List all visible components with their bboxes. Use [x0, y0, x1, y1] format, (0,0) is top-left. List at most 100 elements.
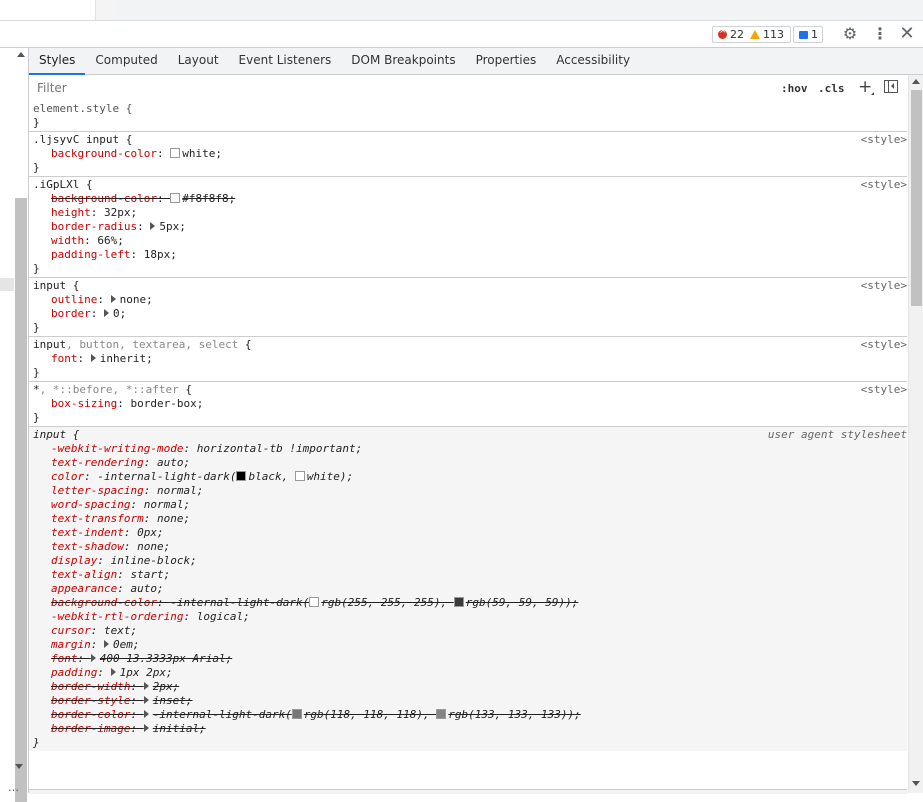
declaration: text-indent: 0px; — [51, 526, 164, 539]
expand-triangle-icon[interactable] — [90, 654, 96, 662]
color-swatch[interactable] — [236, 471, 247, 481]
expand-triangle-icon[interactable] — [110, 668, 116, 676]
scroll-up-icon[interactable] — [17, 52, 25, 57]
messages-counter[interactable]: 1 — [793, 26, 823, 43]
expand-triangle-icon[interactable] — [90, 354, 96, 362]
declaration-overridden[interactable]: background-color: #f8f8f8; — [29, 192, 907, 206]
color-swatch[interactable] — [436, 709, 447, 719]
rule-selector[interactable]: .ljsyvC input — [33, 133, 119, 146]
rule-input: input { <style> outline: none; border: 0… — [29, 278, 907, 337]
declaration[interactable]: width: 66%; — [29, 234, 907, 248]
rule-selector-rest[interactable]: , button, textarea, select — [66, 338, 238, 351]
expand-triangle-icon[interactable] — [104, 309, 109, 317]
declaration-overridden: border-style: inset; — [51, 694, 193, 707]
color-swatch[interactable] — [309, 597, 320, 607]
error-count: 22 — [730, 28, 744, 41]
color-swatch[interactable] — [170, 193, 181, 203]
expand-triangle-icon[interactable] — [143, 724, 149, 732]
tab-styles[interactable]: Styles — [29, 48, 86, 75]
breadcrumb-ellipsis-icon[interactable]: … — [8, 781, 19, 794]
declaration[interactable]: border: 0; — [29, 307, 907, 321]
top-pad — [114, 0, 923, 20]
rule-origin-link[interactable]: <style> — [861, 338, 907, 352]
hov-toggle[interactable]: :hov — [781, 82, 808, 95]
selected-node-marker — [0, 278, 14, 291]
close-icon[interactable]: ✕ — [899, 25, 915, 43]
sidebar-toggle-icon[interactable] — [884, 80, 898, 93]
rule-selector: input — [33, 428, 67, 441]
tab-dom-breakpoints[interactable]: DOM Breakpoints — [341, 48, 465, 74]
rule-open: { — [66, 428, 80, 441]
expand-triangle-icon[interactable] — [104, 640, 109, 648]
styles-scrollbar[interactable] — [908, 75, 923, 793]
color-swatch[interactable] — [291, 709, 302, 719]
color-swatch[interactable] — [170, 148, 181, 158]
rule-igplxl: .iGpLXl { <style> background-color: #f8f… — [29, 177, 907, 278]
top-strip — [0, 0, 923, 21]
declaration: -webkit-rtl-ordering: logical; — [51, 610, 250, 623]
expand-triangle-icon[interactable] — [143, 696, 149, 704]
declaration: display: inline-block; — [51, 554, 197, 567]
color-swatch[interactable] — [294, 471, 305, 481]
expand-triangle-icon[interactable] — [150, 222, 156, 230]
declaration-overridden: border-color: -internal-light-dark(rgb(1… — [51, 708, 581, 721]
error-icon — [718, 26, 727, 39]
rule-selector[interactable]: input — [33, 279, 66, 292]
declaration: padding: 1px 2px; — [51, 666, 173, 679]
filter-input[interactable] — [34, 78, 775, 98]
sidebar-tabs: Styles Computed Layout Event Listeners D… — [29, 48, 923, 75]
declaration[interactable]: background-color: white; — [29, 147, 907, 161]
message-icon — [799, 30, 808, 39]
expand-triangle-icon[interactable] — [110, 295, 116, 303]
gear-icon[interactable]: ⚙ — [842, 26, 858, 42]
window-notch — [95, 0, 115, 20]
rule-selector[interactable]: element.style { — [29, 102, 907, 116]
tab-properties[interactable]: Properties — [466, 48, 547, 74]
tab-event-listeners[interactable]: Event Listeners — [229, 48, 342, 74]
rule-origin-link[interactable]: <style> — [861, 383, 907, 397]
rule-origin-link[interactable]: <style> — [861, 133, 907, 147]
declaration[interactable]: border-radius: 5px; — [29, 220, 907, 234]
issues-counter[interactable]: 22 113 — [712, 26, 791, 43]
elements-scrollbar-thumb[interactable] — [15, 198, 27, 802]
declaration-overridden: background-color: -internal-light-dark(r… — [51, 596, 579, 609]
tab-computed[interactable]: Computed — [85, 48, 167, 74]
rule-origin-link[interactable]: <style> — [861, 279, 907, 293]
scroll-up-icon[interactable] — [912, 79, 920, 84]
rule-selector[interactable]: .iGpLXl — [33, 178, 79, 191]
tab-accessibility[interactable]: Accessibility — [546, 48, 640, 74]
declaration[interactable]: padding-left: 18px; — [29, 248, 907, 262]
plus-menu-corner-icon — [871, 92, 874, 95]
rule-element-style: element.style { } — [29, 101, 907, 132]
styles-scrollbar-thumb[interactable] — [911, 90, 922, 306]
declaration[interactable]: font: inherit; — [29, 352, 907, 366]
rule-open: { — [119, 133, 133, 146]
declaration: margin: 0em; — [51, 638, 140, 651]
rule-open: { — [178, 383, 192, 396]
declaration-overridden: font: 400 13.3333px Arial; — [51, 652, 233, 665]
rule-open: { — [238, 338, 252, 351]
rule-origin-link[interactable]: <style> — [861, 178, 907, 192]
declaration: text-shadow: none; — [51, 540, 171, 553]
rule-selector[interactable]: * — [33, 383, 40, 396]
scroll-down-icon[interactable] — [912, 781, 920, 786]
declaration: word-spacing: normal; — [51, 498, 191, 511]
rule-selector[interactable]: input — [33, 338, 66, 351]
warning-icon — [750, 30, 760, 39]
expand-triangle-icon[interactable] — [143, 710, 149, 718]
scroll-down-icon[interactable] — [15, 764, 23, 769]
declaration[interactable]: height: 32px; — [29, 206, 907, 220]
rule-close: } — [33, 116, 40, 129]
color-swatch[interactable] — [453, 597, 464, 607]
cls-toggle[interactable]: .cls — [818, 82, 845, 95]
rule-selector-rest[interactable]: , *::before, *::after — [40, 383, 179, 396]
expand-triangle-icon[interactable] — [143, 682, 149, 690]
tab-layout[interactable]: Layout — [168, 48, 229, 74]
declaration: appearance: auto; — [51, 582, 164, 595]
declaration[interactable]: outline: none; — [29, 293, 907, 307]
rule-ljsyvc-input: .ljsyvC input { <style> background-color… — [29, 132, 907, 177]
kebab-icon[interactable]: ⋮ — [872, 26, 888, 42]
declaration[interactable]: box-sizing: border-box; — [29, 397, 907, 411]
elements-pane-edge: … — [0, 48, 29, 802]
declaration: -webkit-writing-mode: horizontal-tb !imp… — [51, 442, 363, 455]
